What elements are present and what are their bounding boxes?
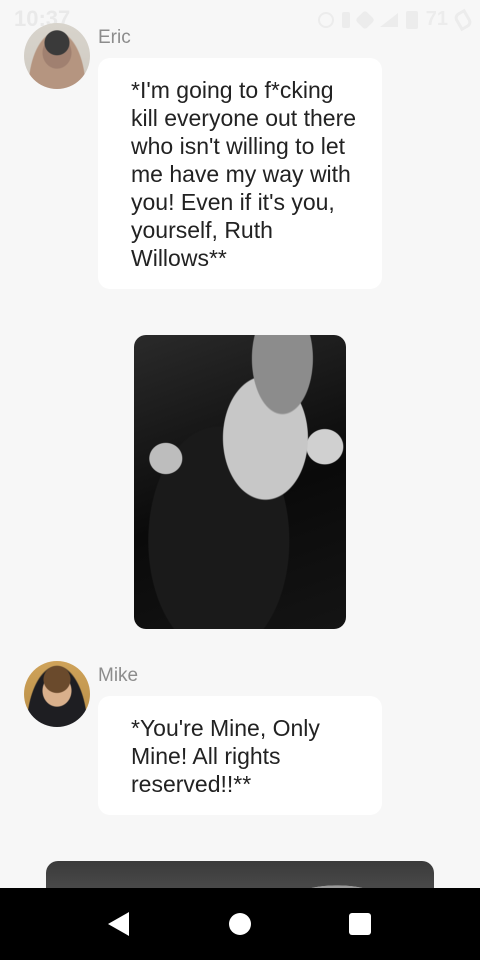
back-triangle-icon[interactable] xyxy=(108,912,129,936)
chat-screen: 10:37 71 Eric *I'm going to f*cking kill… xyxy=(0,0,480,960)
recents-square-icon[interactable] xyxy=(349,913,371,935)
avatar-eric[interactable] xyxy=(24,23,90,89)
message-image[interactable] xyxy=(134,335,346,629)
avatar-mike[interactable] xyxy=(24,661,90,727)
sender-name-mike: Mike xyxy=(98,665,139,686)
sender-name-eric: Eric xyxy=(98,27,131,48)
navigation-bar xyxy=(0,888,480,960)
home-circle-icon[interactable] xyxy=(229,913,251,935)
message-bubble-mike[interactable]: *You're Mine, Only Mine! All rights rese… xyxy=(98,696,382,815)
message-bubble-eric[interactable]: *I'm going to f*cking kill everyone out … xyxy=(98,58,382,289)
message-feed[interactable]: Eric *I'm going to f*cking kill everyone… xyxy=(0,0,480,960)
